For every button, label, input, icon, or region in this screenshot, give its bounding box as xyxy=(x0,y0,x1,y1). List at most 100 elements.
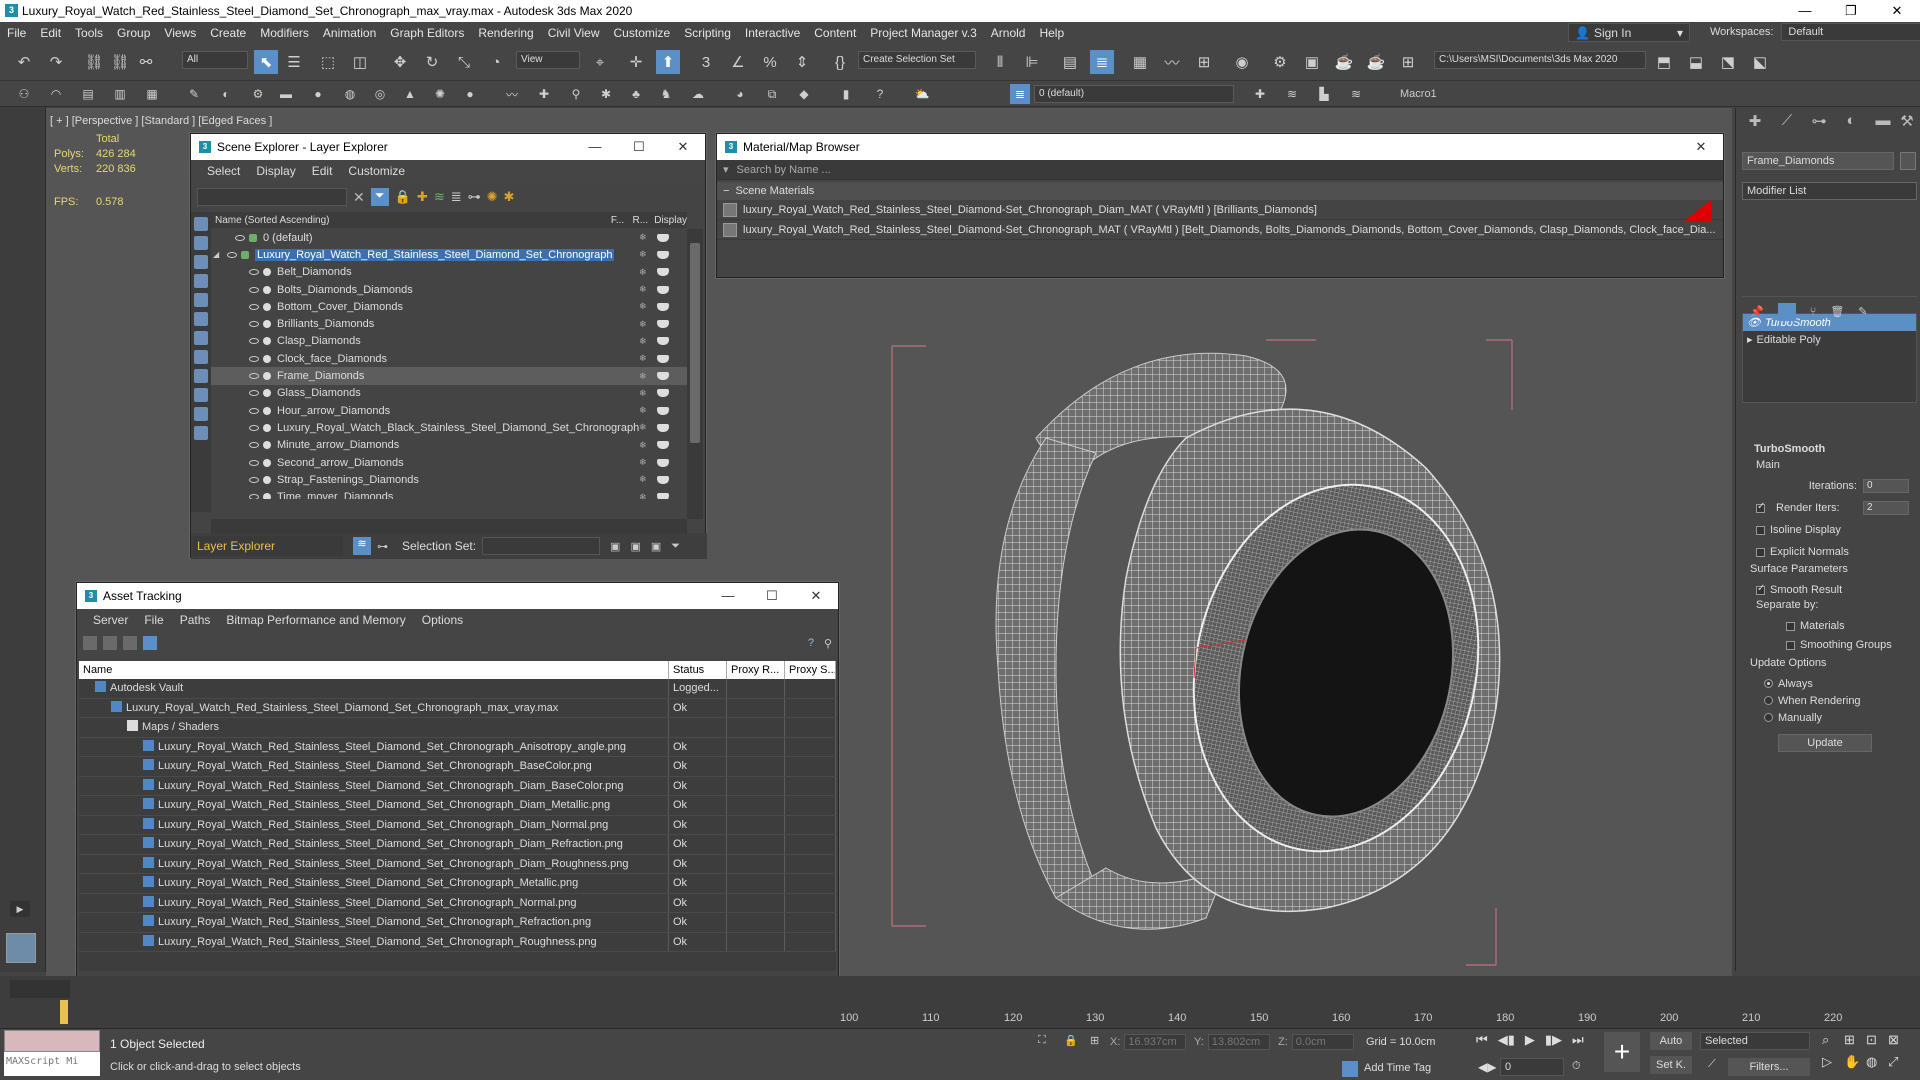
box-icon[interactable]: ▤ xyxy=(78,84,98,104)
visibility-eye-icon[interactable] xyxy=(249,459,259,466)
placement-icon[interactable]: ◔ xyxy=(484,50,508,74)
save-icon[interactable]: ▣ xyxy=(610,540,620,553)
selection-filter-dropdown[interactable]: All xyxy=(182,51,248,69)
menu-modifiers[interactable]: Modifiers xyxy=(253,26,316,40)
freeze-icon[interactable]: ❄ xyxy=(639,422,647,433)
orbit-icon[interactable]: ◍ xyxy=(1866,1054,1888,1070)
freeze-icon[interactable]: ❄ xyxy=(639,249,647,260)
minimize-icon[interactable]: — xyxy=(573,134,617,160)
renderable-teapot-icon[interactable] xyxy=(657,302,669,311)
selection-set-dropdown[interactable] xyxy=(482,537,601,555)
menu-interactive[interactable]: Interactive xyxy=(738,26,807,40)
layer-properties-icon[interactable]: ≋ xyxy=(1346,84,1366,104)
se-menu-edit[interactable]: Edit xyxy=(304,164,341,178)
freeze-icon[interactable]: ❄ xyxy=(639,284,647,295)
toggle-ribbon-icon[interactable]: ▦ xyxy=(1128,50,1152,74)
vertex-icon[interactable]: ⚇ xyxy=(14,84,34,104)
render-icon[interactable]: ☕ xyxy=(1332,50,1356,74)
dynamics-icon[interactable]: ⧉ xyxy=(762,84,782,104)
visibility-eye-icon[interactable] xyxy=(249,321,259,328)
asset-row[interactable]: Luxury_Royal_Watch_Red_Stainless_Steel_D… xyxy=(79,815,836,835)
render-iters-spinner[interactable]: 2 xyxy=(1863,501,1909,515)
key-filter-selected-dropdown[interactable]: Selected xyxy=(1700,1032,1810,1050)
menu-civil-view[interactable]: Civil View xyxy=(541,26,607,40)
box-icon[interactable]: ▦ xyxy=(142,84,162,104)
asset-row[interactable]: Luxury_Royal_Watch_Red_Stainless_Steel_D… xyxy=(79,796,836,816)
visibility-eye-icon[interactable] xyxy=(249,494,259,499)
toggle-scene-explorer-icon[interactable]: ▤ xyxy=(1058,50,1082,74)
show-end-result-icon[interactable] xyxy=(1777,302,1796,321)
menu-scripting[interactable]: Scripting xyxy=(677,26,738,40)
horizontal-scrollbar[interactable] xyxy=(211,519,687,533)
cylinder-icon[interactable]: ◐ xyxy=(216,84,236,104)
asset-row[interactable]: Luxury_Royal_Watch_Red_Stainless_Steel_D… xyxy=(79,854,836,874)
filter-icon[interactable]: ⏷ xyxy=(370,188,389,206)
clear-search-icon[interactable]: ✕ xyxy=(353,189,365,206)
visibility-eye-icon[interactable] xyxy=(249,355,259,362)
freeze-icon[interactable]: ❄ xyxy=(639,336,647,347)
menu-file[interactable]: File xyxy=(0,26,33,40)
reference-coordinate-dropdown[interactable]: View xyxy=(516,51,580,69)
rollout-title[interactable]: TurboSmooth xyxy=(1742,443,1917,459)
timeline-ruler[interactable]: 100 110 120 130 140 150 160 170 180 190 200 210 220 xyxy=(840,1010,1870,1028)
layout-thumbnail[interactable] xyxy=(6,933,36,963)
zoom-icon[interactable]: ⌕ xyxy=(1822,1032,1844,1048)
renderable-teapot-icon[interactable] xyxy=(657,493,669,499)
cone-icon[interactable]: ▲ xyxy=(400,84,420,104)
menu-views[interactable]: Views xyxy=(157,26,203,40)
menu-rendering[interactable]: Rendering xyxy=(471,26,540,40)
close-icon[interactable]: ✕ xyxy=(1874,0,1920,22)
visibility-eye-icon[interactable] xyxy=(235,234,245,241)
motion-tab-icon[interactable]: ◐ xyxy=(1840,112,1862,134)
visibility-eye-icon[interactable] xyxy=(249,269,259,276)
render-active-shade-icon[interactable]: ☕ xyxy=(1364,50,1388,74)
column-display[interactable]: Display xyxy=(654,215,687,226)
collapse-icon[interactable]: ◢ xyxy=(213,250,219,259)
visibility-eye-icon[interactable] xyxy=(249,442,259,449)
cube-icon[interactable]: ▬ xyxy=(276,84,296,104)
spline-icon[interactable]: 〰 xyxy=(502,84,522,104)
asset-row[interactable]: Luxury_Royal_Watch_Red_Stainless_Steel_D… xyxy=(79,874,836,894)
layer-manager-icon[interactable]: ≣ xyxy=(1010,84,1030,104)
rotate-icon[interactable]: ↻ xyxy=(420,50,444,74)
pivot-center-icon[interactable]: ⌖ xyxy=(588,50,612,74)
column-header[interactable]: Status xyxy=(669,661,727,679)
box-icon[interactable]: ▥ xyxy=(110,84,130,104)
close-icon[interactable]: ✕ xyxy=(794,583,838,609)
settings-icon[interactable]: ✺ xyxy=(487,189,498,205)
layer-explorer-icon[interactable]: ≋ xyxy=(353,537,371,555)
time-slider-track[interactable] xyxy=(10,980,70,998)
menu-edit[interactable]: Edit xyxy=(33,26,68,40)
column-header[interactable]: Proxy S... xyxy=(785,661,836,679)
current-frame-field[interactable]: 0 xyxy=(1500,1058,1564,1076)
renderable-teapot-icon[interactable] xyxy=(657,372,669,381)
minimize-icon[interactable]: — xyxy=(706,583,750,609)
scene-tree-row[interactable]: Clasp_Diamonds ❄ xyxy=(211,333,687,350)
visibility-eye-icon[interactable] xyxy=(249,407,259,414)
render-iters-checkbox[interactable] xyxy=(1756,501,1765,513)
select-by-name-icon[interactable]: ☰ xyxy=(282,50,306,74)
lightmap-icon[interactable]: ▮ xyxy=(836,84,856,104)
renderable-teapot-icon[interactable] xyxy=(657,285,669,294)
scene-tree-row[interactable]: Second_arrow_Diamonds ❄ xyxy=(211,454,687,471)
save-icon[interactable]: ▣ xyxy=(651,540,661,553)
asset-row[interactable]: Luxury_Royal_Watch_Red_Stainless_Steel_D… xyxy=(79,737,836,757)
next-frame-icon[interactable]: ▮▶ xyxy=(1545,1032,1562,1048)
lock-icon[interactable]: 🔒 xyxy=(395,189,411,205)
previous-frame-icon[interactable]: ◀▮ xyxy=(1498,1032,1515,1048)
asset-row[interactable]: Luxury_Royal_Watch_Red_Stainless_Steel_D… xyxy=(79,776,836,796)
at-menu-bitmap-performance-and-memory[interactable]: Bitmap Performance and Memory xyxy=(218,613,413,627)
snaps-toggle-icon[interactable]: 3 xyxy=(694,50,718,74)
renderable-teapot-icon[interactable] xyxy=(657,337,669,346)
mirror-icon[interactable]: ⫴ xyxy=(988,50,1012,74)
menu-graph-editors[interactable]: Graph Editors xyxy=(383,26,471,40)
explicit-normals-checkbox[interactable] xyxy=(1756,547,1765,557)
named-selection-set-dropdown[interactable]: Create Selection Set xyxy=(858,51,976,69)
renderable-teapot-icon[interactable] xyxy=(657,406,669,415)
display-filter-icon[interactable] xyxy=(194,312,208,326)
rendered-frame-window-icon[interactable]: ▣ xyxy=(1300,50,1324,74)
plant-icon[interactable]: ♣ xyxy=(626,84,646,104)
renderable-teapot-icon[interactable] xyxy=(657,423,669,432)
asset-tracking-titlebar[interactable]: 3 Asset Tracking — ☐ ✕ xyxy=(77,583,838,609)
freeze-icon[interactable]: ❄ xyxy=(639,440,647,451)
